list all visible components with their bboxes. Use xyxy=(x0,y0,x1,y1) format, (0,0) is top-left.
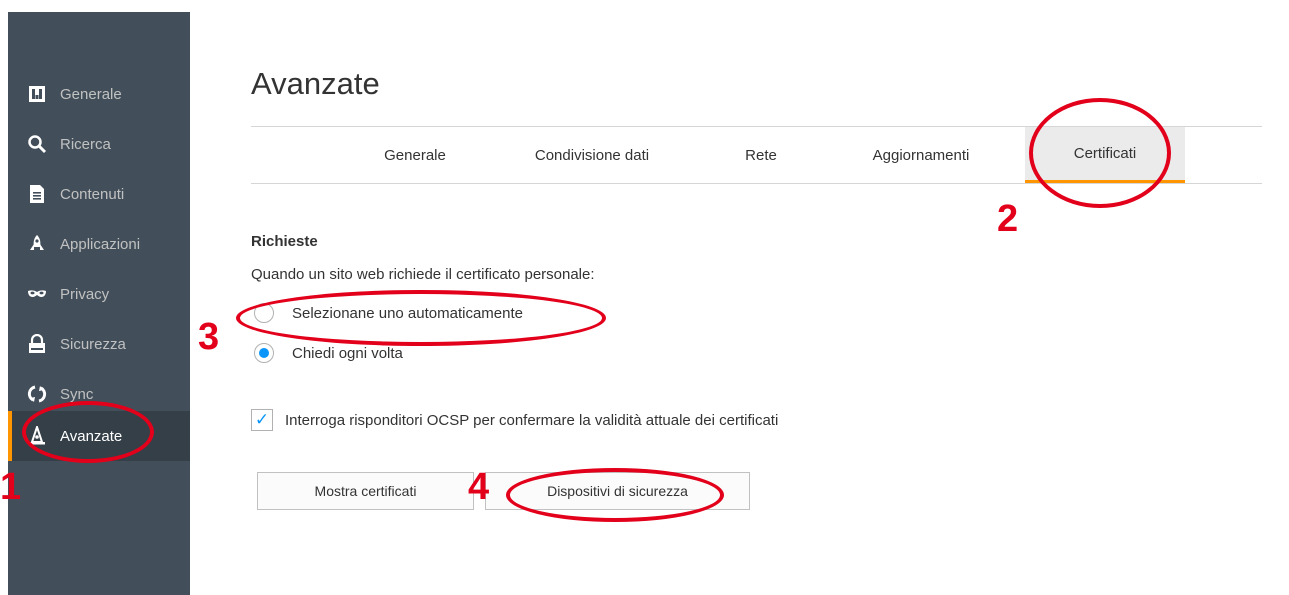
security-devices-button[interactable]: Dispositivi di sicurezza xyxy=(485,472,750,510)
tab-rete[interactable]: Rete xyxy=(731,127,791,183)
sync-icon xyxy=(26,383,48,405)
section-description: Quando un sito web richiede il certifica… xyxy=(251,266,595,283)
tab-certificati[interactable]: Certificati xyxy=(1025,127,1185,183)
ocsp-checkbox[interactable]: ✓ xyxy=(251,409,273,431)
tab-label: Aggiornamenti xyxy=(872,146,970,164)
radio-ask-every-time[interactable]: Chiedi ogni volta xyxy=(254,343,403,363)
mask-icon xyxy=(26,283,48,305)
sidebar-item-sicurezza[interactable]: Sicurezza xyxy=(8,319,190,369)
sidebar: Generale Ricerca Contenuti Applicazioni … xyxy=(8,12,190,595)
search-icon xyxy=(26,133,48,155)
sidebar-item-label: Contenuti xyxy=(60,185,125,203)
tab-generale[interactable]: Generale xyxy=(359,127,471,183)
lock-icon xyxy=(26,333,48,355)
sidebar-item-label: Sync xyxy=(60,385,94,403)
ocsp-option[interactable]: ✓ Interroga risponditori OCSP per confer… xyxy=(251,409,778,431)
annotation-step-1: 1 xyxy=(0,466,22,508)
radio-button[interactable] xyxy=(254,343,274,363)
sidebar-item-ricerca[interactable]: Ricerca xyxy=(8,119,190,169)
rocket-icon xyxy=(26,233,48,255)
sidebar-item-label: Applicazioni xyxy=(60,235,141,253)
tab-label: Generale xyxy=(384,146,446,164)
sidebar-item-applicazioni[interactable]: Applicazioni xyxy=(8,219,190,269)
sidebar-item-privacy[interactable]: Privacy xyxy=(8,269,190,319)
ocsp-label: Interroga risponditori OCSP per conferma… xyxy=(285,411,779,429)
sidebar-item-label: Sicurezza xyxy=(60,335,126,353)
radio-label: Chiedi ogni volta xyxy=(292,344,403,362)
tab-label: Rete xyxy=(745,146,777,164)
tab-label: Certificati xyxy=(1073,145,1137,162)
button-label: Dispositivi di sicurezza xyxy=(547,483,688,499)
radio-auto-select[interactable]: Selezionane uno automaticamente xyxy=(254,303,523,323)
radio-button[interactable] xyxy=(254,303,274,323)
sidebar-item-label: Privacy xyxy=(60,285,110,303)
sidebar-item-contenuti[interactable]: Contenuti xyxy=(8,169,190,219)
sidebar-item-label: Avanzate xyxy=(60,427,123,445)
section-title: Richieste xyxy=(251,233,318,250)
general-icon xyxy=(26,83,48,105)
sidebar-item-generale[interactable]: Generale xyxy=(8,69,190,119)
wizard-hat-icon xyxy=(26,425,48,447)
annotation-step-4: 4 xyxy=(468,466,490,508)
document-icon xyxy=(26,183,48,205)
checkmark-icon: ✓ xyxy=(254,410,270,429)
tab-bar: Generale Condivisione dati Rete Aggiorna… xyxy=(251,126,1262,184)
sidebar-item-label: Generale xyxy=(60,85,122,103)
button-label: Mostra certificati xyxy=(314,483,417,499)
show-certificates-button[interactable]: Mostra certificati xyxy=(257,472,474,510)
page-title: Avanzate xyxy=(251,66,380,101)
sidebar-item-label: Ricerca xyxy=(60,135,111,153)
annotation-step-2: 2 xyxy=(997,198,1019,240)
tab-label: Condivisione dati xyxy=(534,146,650,164)
radio-label: Selezionane uno automaticamente xyxy=(292,304,523,322)
tab-aggiornamenti[interactable]: Aggiornamenti xyxy=(841,127,1001,183)
tab-condivisione-dati[interactable]: Condivisione dati xyxy=(507,127,677,183)
annotation-step-3: 3 xyxy=(198,316,220,358)
sidebar-item-avanzate[interactable]: Avanzate xyxy=(8,411,190,461)
